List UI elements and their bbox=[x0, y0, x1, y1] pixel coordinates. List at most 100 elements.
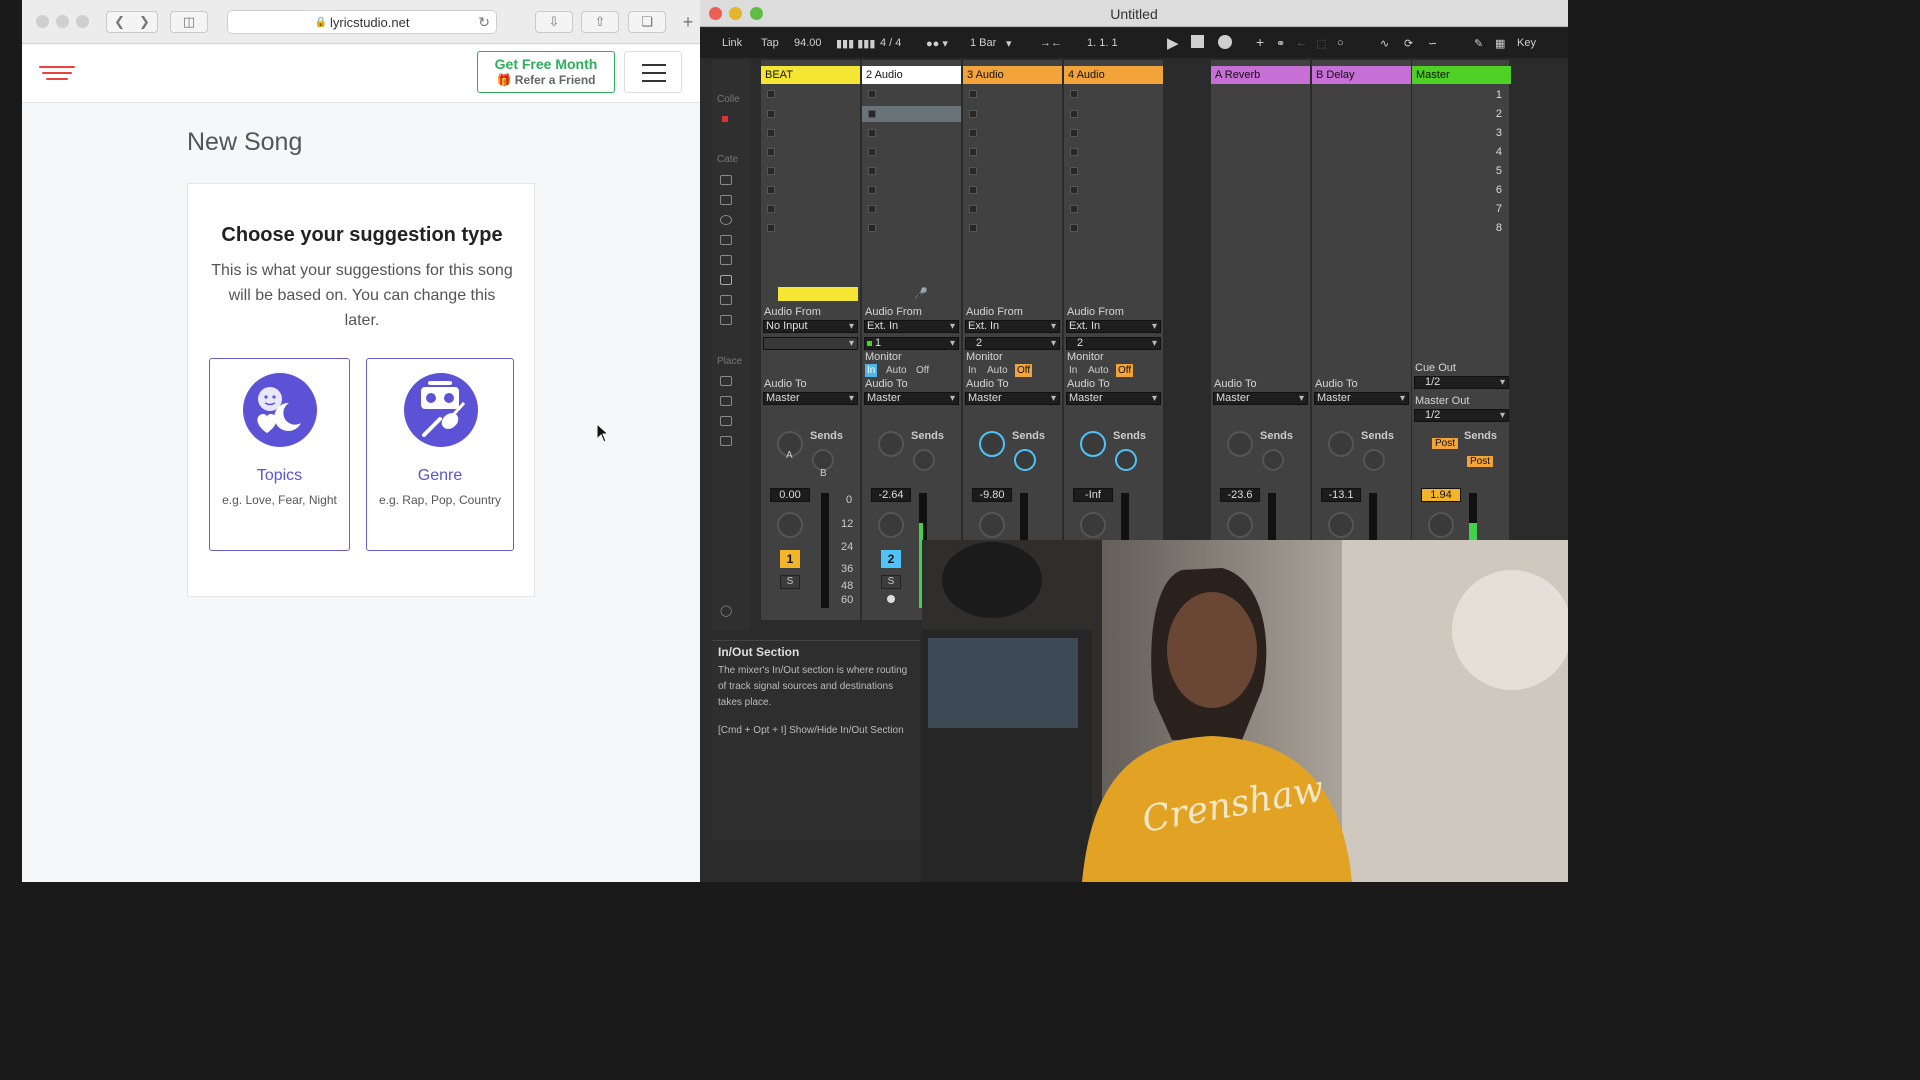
nudge-icon[interactable]: ▮▮▮ ▮▮▮ bbox=[836, 37, 875, 50]
pan-knob[interactable] bbox=[1328, 512, 1354, 538]
minimize-window-button[interactable] bbox=[56, 15, 69, 28]
grid-icon[interactable]: ▦ bbox=[1495, 37, 1505, 50]
tabs-button[interactable]: ❏ bbox=[628, 11, 666, 33]
track-header[interactable]: A Reverb bbox=[1211, 66, 1310, 84]
send-a-knob[interactable] bbox=[1080, 431, 1106, 457]
time-signature-field[interactable]: 4 / 4 bbox=[880, 37, 901, 49]
monitor-auto-button[interactable]: Auto bbox=[985, 364, 1010, 377]
track-activator-button[interactable]: 1 bbox=[780, 550, 800, 568]
clip-slot[interactable] bbox=[767, 90, 775, 98]
clip-slot[interactable] bbox=[767, 186, 775, 194]
clip-slot[interactable] bbox=[1070, 148, 1078, 156]
monitor-off-button[interactable]: Off bbox=[1015, 364, 1033, 377]
track-header[interactable]: 3 Audio bbox=[963, 66, 1062, 84]
metronome-icon[interactable]: ●● ▾ bbox=[926, 37, 948, 50]
quantize-dropdown-icon[interactable]: ▾ bbox=[1006, 37, 1012, 50]
topics-option[interactable]: Topics e.g. Love, Fear, Night bbox=[209, 358, 350, 551]
track-header[interactable]: Master bbox=[1412, 66, 1511, 84]
back-forward-buttons[interactable]: ❮ ❯ bbox=[106, 11, 158, 33]
send-b-knob[interactable] bbox=[1014, 449, 1036, 471]
clip-slot[interactable] bbox=[969, 90, 977, 98]
back-icon[interactable]: ❮ bbox=[114, 14, 125, 30]
volume-field[interactable]: -13.1 bbox=[1321, 488, 1361, 502]
monitor-off-button[interactable]: Off bbox=[1116, 364, 1134, 377]
post-button[interactable]: Post bbox=[1432, 438, 1459, 449]
clip-slot[interactable] bbox=[969, 186, 977, 194]
clip-slot[interactable] bbox=[868, 205, 876, 213]
send-a-knob[interactable] bbox=[878, 431, 904, 457]
address-bar[interactable]: 🔒 lyricstudio.net ↻ bbox=[227, 10, 497, 34]
volume-field[interactable]: 1.94 bbox=[1421, 488, 1461, 502]
capture-icon[interactable]: ⬚ bbox=[1316, 37, 1326, 50]
clip-slot[interactable] bbox=[1070, 129, 1078, 137]
loop-icon[interactable]: ⟳ bbox=[1404, 37, 1413, 50]
automation-icon[interactable]: ⚭ bbox=[1276, 37, 1285, 50]
samples-icon[interactable] bbox=[720, 315, 732, 325]
scene-number[interactable]: 7 bbox=[1452, 203, 1502, 215]
clip-slot[interactable] bbox=[868, 167, 876, 175]
send-b-knob[interactable] bbox=[1262, 449, 1284, 471]
clip-slot[interactable] bbox=[767, 167, 775, 175]
send-b-knob[interactable] bbox=[1115, 449, 1137, 471]
audio-to-select[interactable]: Master bbox=[864, 392, 959, 405]
clip-slot[interactable] bbox=[868, 110, 876, 118]
input-channel-select[interactable]: 2 bbox=[965, 337, 1060, 350]
draw-curve-icon[interactable]: ∿ bbox=[1380, 37, 1389, 50]
audio-from-select[interactable]: No Input bbox=[763, 320, 858, 333]
track-header[interactable]: BEAT bbox=[761, 66, 860, 84]
cue-out-select[interactable]: 1/2 bbox=[1414, 376, 1509, 389]
track-header[interactable]: B Delay bbox=[1312, 66, 1411, 84]
audio-from-select[interactable]: Ext. In bbox=[1066, 320, 1161, 333]
pan-knob[interactable] bbox=[1080, 512, 1106, 538]
add-folder-icon[interactable] bbox=[720, 436, 732, 446]
clip-slot[interactable] bbox=[868, 148, 876, 156]
monitor-auto-button[interactable]: Auto bbox=[1086, 364, 1111, 377]
red-tag-icon[interactable] bbox=[722, 116, 728, 122]
stop-icon[interactable] bbox=[1191, 35, 1204, 48]
session-record-icon[interactable]: ○ bbox=[1337, 37, 1344, 49]
sidebar-toggle-button[interactable]: ◫ bbox=[170, 11, 208, 33]
clip-slot[interactable] bbox=[767, 205, 775, 213]
track-header[interactable]: 4 Audio bbox=[1064, 66, 1163, 84]
pan-knob[interactable] bbox=[777, 512, 803, 538]
instruments-icon[interactable] bbox=[720, 215, 732, 225]
clip-slot[interactable] bbox=[969, 224, 977, 232]
clip-slot[interactable] bbox=[868, 186, 876, 194]
midi-effects-icon[interactable] bbox=[720, 255, 732, 265]
send-a-knob[interactable] bbox=[1328, 431, 1354, 457]
audio-to-select[interactable]: Master bbox=[1314, 392, 1409, 405]
reload-icon[interactable]: ↻ bbox=[478, 14, 490, 31]
clip-slot[interactable] bbox=[1070, 90, 1078, 98]
sounds-icon[interactable] bbox=[720, 175, 732, 185]
site-logo[interactable] bbox=[39, 66, 75, 82]
overdub-icon[interactable]: + bbox=[1256, 34, 1264, 50]
clip-slot[interactable] bbox=[969, 148, 977, 156]
clip-slot[interactable] bbox=[767, 224, 775, 232]
audio-to-select[interactable]: Master bbox=[965, 392, 1060, 405]
send-a-knob[interactable] bbox=[1227, 431, 1253, 457]
monitor-in-button[interactable]: In bbox=[865, 364, 878, 377]
browser-toggle-icon[interactable]: ◯ bbox=[720, 604, 732, 617]
forward-icon[interactable]: ❯ bbox=[139, 14, 150, 30]
volume-field[interactable]: 0.00 bbox=[770, 488, 810, 502]
downloads-button[interactable]: ⇩ bbox=[535, 11, 573, 33]
clip-slot[interactable] bbox=[1070, 186, 1078, 194]
get-free-month-button[interactable]: Get Free Month 🎁 Refer a Friend bbox=[477, 51, 615, 93]
clip-slot[interactable] bbox=[1070, 205, 1078, 213]
arrangement-position-field[interactable]: 1. 1. 1 bbox=[1087, 37, 1118, 49]
scene-number[interactable]: 2 bbox=[1452, 108, 1502, 120]
send-b-knob[interactable] bbox=[1363, 449, 1385, 471]
input-channel-select[interactable]: 1 bbox=[864, 337, 959, 350]
link-button[interactable]: Link bbox=[722, 37, 742, 49]
close-window-button[interactable] bbox=[36, 15, 49, 28]
pan-knob[interactable] bbox=[979, 512, 1005, 538]
scene-number[interactable]: 8 bbox=[1452, 222, 1502, 234]
volume-field[interactable]: -9.80 bbox=[972, 488, 1012, 502]
solo-button[interactable]: S bbox=[780, 575, 800, 589]
follow-icon[interactable]: →← bbox=[1040, 37, 1062, 49]
menu-button[interactable] bbox=[624, 51, 682, 93]
pan-knob[interactable] bbox=[878, 512, 904, 538]
clip-slot[interactable] bbox=[969, 110, 977, 118]
packs-icon[interactable] bbox=[720, 376, 732, 386]
audio-to-select[interactable]: Master bbox=[1066, 392, 1161, 405]
